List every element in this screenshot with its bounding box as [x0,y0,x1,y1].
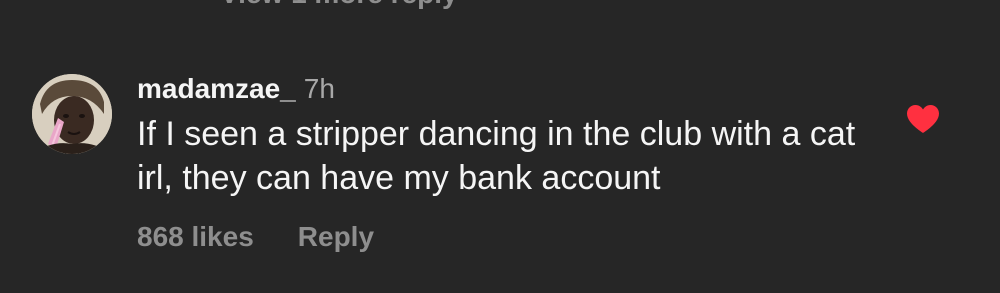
comment-header: madamzae_ 7h [137,72,897,106]
comment: madamzae_ 7h If I seen a stripper dancing… [137,72,897,254]
heart-filled-icon[interactable] [906,104,940,134]
avatar[interactable] [32,74,112,154]
comment-thread: View 1 more reply madamzae_7h If I seen … [0,0,1000,293]
comment-username[interactable]: madamzae_ [137,73,296,104]
avatar-image [32,74,112,154]
reply-button[interactable]: Reply [298,221,374,252]
comment-text: If I seen a stripper dancing in the club… [137,115,856,197]
likes-count-button[interactable]: 868 likes [137,221,254,252]
view-more-replies-link[interactable]: View 1 more reply [220,0,458,10]
comment-timestamp: 7h [303,73,335,104]
comment-actions: 868 likes Reply [137,220,897,254]
